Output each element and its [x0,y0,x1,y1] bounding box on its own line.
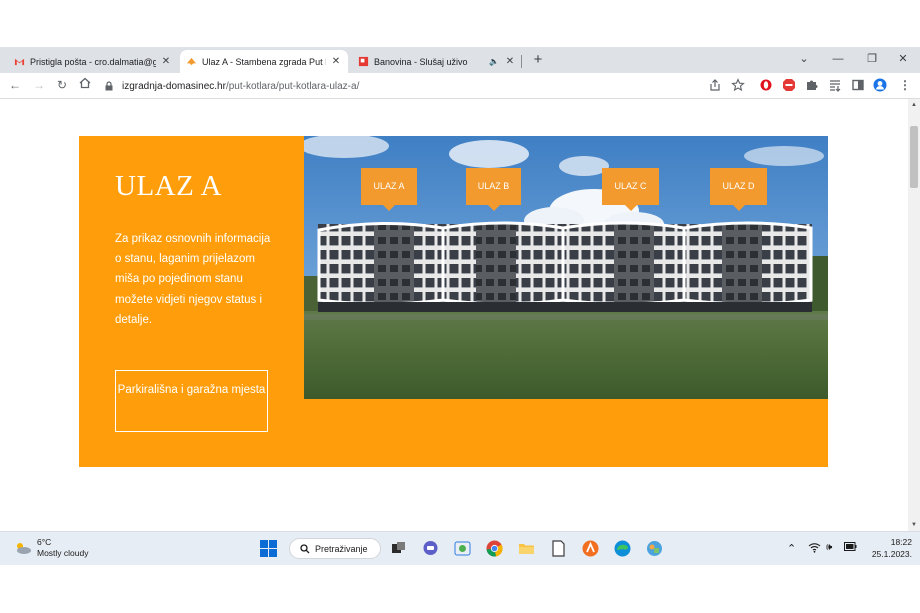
tab-title: Banovina - Slušaj uživo [374,56,468,67]
search-icon [300,543,310,553]
windows-start-icon[interactable] [259,539,278,558]
home-icon[interactable] [77,77,93,93]
weather-widget[interactable]: 6°C Mostly cloudy [14,537,89,559]
system-clock[interactable]: 18:22 25.1.2023. [862,537,912,560]
task-view-icon[interactable] [389,539,408,558]
cloud-sun-icon [17,543,31,554]
avast-icon[interactable] [581,539,600,558]
site-icon [186,57,197,66]
photos-icon[interactable] [453,539,472,558]
clock-date: 25.1.2023. [871,548,912,559]
battery-icon[interactable] [844,542,857,554]
lock-icon [105,81,113,91]
entry-tag-b[interactable]: ULAZ B [466,168,521,211]
tab-title: Ulaz A - Stambena zgrada Put Kotlara [202,56,326,67]
share-icon[interactable] [708,78,722,92]
screen-bottom-margin [0,565,920,613]
taskbar-search-box[interactable]: Pretraživanje [289,538,381,559]
minimize-icon[interactable]: — [828,50,848,68]
tab-search-dropdown-icon[interactable]: ⌄ [794,50,814,68]
extensions-puzzle-icon[interactable] [805,78,819,92]
tab-gmail[interactable]: Pristigla pošta - cro.dalmatia@gm ✕ [8,50,178,73]
app-icon[interactable] [645,539,664,558]
clock-time: 18:22 [890,537,912,547]
windows-taskbar: 6°C Mostly cloudy Pretraživanje ⌃ 🕪 18:2… [0,531,920,565]
url-path: /put-kotlara/put-kotlara-ulaz-a/ [225,80,360,92]
new-tab-button[interactable]: + [530,51,546,69]
page-title: ULAZ A [115,170,222,202]
forward-icon[interactable]: → [31,77,47,93]
volume-icon[interactable]: 🕪 [826,542,832,553]
intro-text: Za prikaz osnovnih informacija o stanu, … [115,233,271,326]
tab-separator [521,55,522,68]
parking-garage-button[interactable]: Parkirališna i garažna mjesta [115,370,268,432]
entry-tag-c[interactable]: ULAZ C [602,168,659,211]
reading-list-icon[interactable] [828,78,842,92]
restore-icon[interactable]: ❐ [862,50,882,68]
url-host: izgradnja-domasinec.hr [122,80,226,92]
speaker-icon[interactable]: 🔈 [488,57,500,66]
tab-bar: Pristigla pošta - cro.dalmatia@gm ✕ Ulaz… [0,47,920,73]
tab-title: Pristigla pošta - cro.dalmatia@gm [30,56,156,67]
adblock-extension-icon[interactable] [782,78,796,92]
weather-description: Mostly cloudy [37,548,89,558]
close-icon[interactable]: ✕ [160,56,172,67]
tab-banovina[interactable]: Banovina - Slušaj uživo 🔈 ✕ [352,50,522,73]
back-icon[interactable]: ← [7,77,23,93]
scroll-down-arrow-icon[interactable]: ▼ [910,521,918,529]
weather-temperature: 6°C [37,537,52,547]
profile-avatar-icon[interactable] [873,78,887,92]
entry-tag-d[interactable]: ULAZ D [710,168,767,211]
chrome-icon[interactable] [485,539,504,558]
edge-icon[interactable] [613,539,632,558]
file-explorer-icon[interactable] [517,539,536,558]
scroll-up-arrow-icon[interactable]: ▲ [910,101,918,109]
building-render-image: ULAZ A ULAZ B ULAZ C ULAZ D [304,136,828,399]
opera-extension-icon[interactable] [759,78,773,92]
radio-icon [358,56,369,67]
tray-overflow-icon[interactable]: ⌃ [787,542,796,555]
reload-icon[interactable]: ↻ [54,77,70,93]
gmail-icon [14,58,25,66]
screen-top-margin [0,0,920,47]
entry-tag-a[interactable]: ULAZ A [361,168,417,211]
search-label: Pretraživanje [315,543,368,554]
close-icon[interactable]: ✕ [330,56,342,67]
close-icon[interactable]: ✕ [504,56,516,67]
menu-kebab-icon[interactable]: ⋮ [897,77,913,93]
scrollbar-thumb[interactable] [910,126,918,188]
notepad-icon[interactable] [549,539,568,558]
side-panel-icon[interactable] [851,78,865,92]
browser-toolbar: ← → ↻ izgradnja-domasinec.hr/put-kotlara… [0,73,920,99]
bookmark-star-icon[interactable] [731,78,745,92]
wifi-icon[interactable] [808,542,821,556]
address-bar[interactable]: izgradnja-domasinec.hr/put-kotlara/put-k… [98,76,718,96]
tab-ulaz-a[interactable]: Ulaz A - Stambena zgrada Put Kotlara ✕ [180,50,348,73]
chat-icon[interactable] [421,539,440,558]
close-window-icon[interactable]: ✕ [893,50,913,68]
